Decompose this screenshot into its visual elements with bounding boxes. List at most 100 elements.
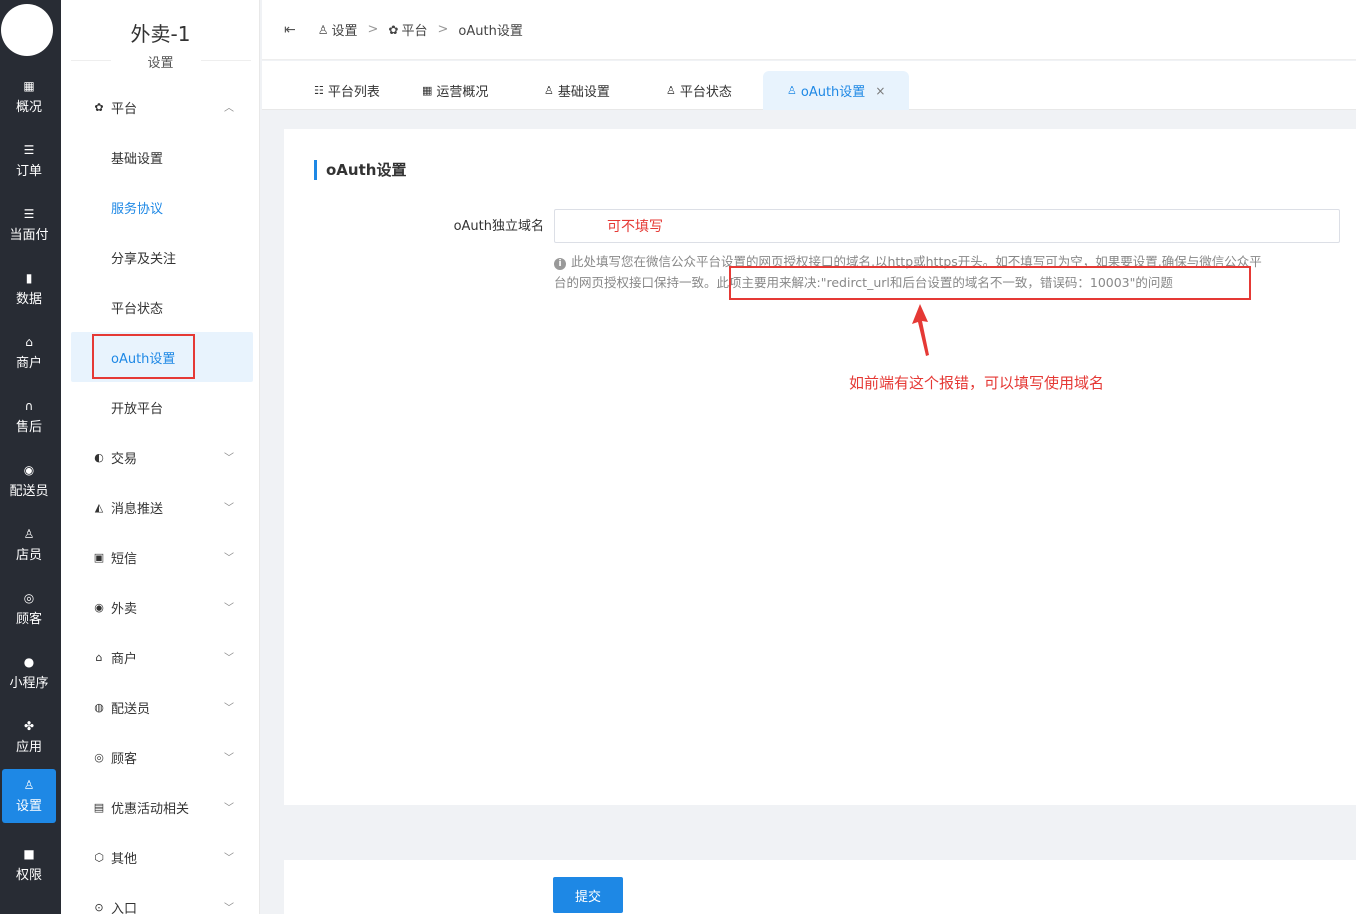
sidebar-group-label: 顾客: [111, 751, 138, 767]
store-icon: ⌂: [25, 335, 33, 349]
tab-label: 运营概况: [436, 85, 489, 100]
submit-button[interactable]: 提交: [553, 877, 623, 913]
sidebar-item-open-platform[interactable]: 开放平台: [71, 382, 253, 432]
rail-item-merchant[interactable]: ⌂ 商户: [2, 326, 56, 380]
rail-label: 数据: [15, 292, 42, 307]
tab-label: 基础设置: [557, 85, 610, 100]
tab-platform-status[interactable]: ♙ 平台状态: [666, 71, 732, 110]
page-title: oAuth设置: [314, 160, 406, 180]
rail-label: 店员: [15, 548, 42, 563]
rail-item-customer[interactable]: ◎ 顾客: [2, 582, 56, 636]
breadcrumb-item[interactable]: oAuth设置: [458, 20, 522, 39]
chevron-down-icon: ﹀: [224, 653, 234, 664]
tab-basic-settings[interactable]: ♙ 基础设置: [544, 71, 610, 110]
sidebar-item-basic-settings[interactable]: 基础设置: [71, 132, 253, 182]
rail-label: 配送员: [9, 484, 49, 499]
user-circle-icon: ◎: [94, 750, 104, 764]
tab-label: oAuth设置: [800, 85, 866, 100]
settings-sidebar: 外卖-1 设置 ✿ 平台 ︿ 基础设置 服务协议 分享及关注 平台状态 oAuth设…: [61, 0, 260, 914]
sidebar-group-takeout[interactable]: ◉ 外卖 ﹀: [61, 582, 260, 632]
apps-icon: ✤: [23, 719, 35, 733]
headset-icon: ∩: [24, 399, 34, 413]
sidebar-group-trade[interactable]: ◐ 交易 ﹀: [61, 432, 260, 482]
tab-operations-overview[interactable]: ▦ 运营概况: [422, 71, 488, 110]
breadcrumb: ♙ 设置 > ✿ 平台 > oAuth设置: [318, 20, 523, 39]
rail-item-face-pay[interactable]: ☰ 当面付: [2, 198, 56, 252]
grid-icon: ▦: [422, 84, 433, 97]
chevron-down-icon: ﹀: [224, 453, 234, 464]
sidebar-group-push[interactable]: ◭ 消息推送 ﹀: [61, 482, 260, 532]
breadcrumb-item[interactable]: 平台: [401, 20, 427, 39]
collapse-menu-icon[interactable]: ⇤: [284, 22, 296, 38]
rail-item-data[interactable]: ▮ 数据: [2, 262, 56, 316]
sidebar-group-platform[interactable]: ✿ 平台 ︿: [61, 82, 260, 132]
sidebar-group-label: 外卖: [111, 601, 138, 617]
rail-item-aftersale[interactable]: ∩ 售后: [2, 390, 56, 444]
tab-platform-list[interactable]: ☷ 平台列表: [314, 71, 380, 110]
store-icon: ⌂: [95, 650, 103, 664]
sidebar-item-label: 平台状态: [111, 301, 164, 317]
rail-label: 设置: [15, 799, 42, 814]
user-settings-icon: ♙: [544, 84, 554, 97]
sidebar-item-service-agreement[interactable]: 服务协议: [71, 182, 253, 232]
user-circle-icon: ◎: [23, 591, 35, 605]
sidebar-group-sms[interactable]: ▣ 短信 ﹀: [61, 532, 260, 582]
sidebar-group-label: 平台: [111, 101, 138, 117]
form-footer: 提交: [284, 860, 1356, 914]
tab-oauth-settings[interactable]: ♙ oAuth设置 ×: [763, 71, 910, 110]
breadcrumb-item[interactable]: 设置: [332, 20, 358, 39]
rail-item-permission[interactable]: ■ 权限: [2, 838, 56, 892]
user-settings-icon: ♙: [317, 22, 329, 37]
highlight-box: [729, 266, 1251, 300]
close-icon[interactable]: ×: [875, 84, 885, 98]
lock-icon: ■: [23, 847, 35, 861]
annotation-text: 如前端有这个报错，可以填写使用域名: [849, 374, 1105, 392]
help-text-line: 台的网页授权接口保持一致。: [554, 275, 717, 290]
sidebar-item-platform-status[interactable]: 平台状态: [71, 282, 253, 332]
scooter-icon: ◉: [23, 463, 35, 477]
oauth-domain-input[interactable]: [554, 209, 1340, 243]
oauth-settings-card: oAuth设置 oAuth独立域名 i此处填写您在微信公众平台设置的网页授权接口…: [284, 129, 1356, 805]
chevron-down-icon: ﹀: [224, 803, 234, 814]
sidebar-item-label: 分享及关注: [111, 251, 177, 267]
sidebar-group-other[interactable]: ⬡ 其他 ﹀: [61, 832, 260, 882]
sidebar-group-entry[interactable]: ⊙ 入口 ﹀: [61, 882, 260, 914]
sidebar-group-label: 其他: [111, 851, 138, 867]
rail-label: 当面付: [9, 228, 49, 243]
sidebar-item-label: 服务协议: [111, 201, 164, 217]
rail-label: 商户: [15, 356, 42, 371]
sidebar-group-customer[interactable]: ◎ 顾客 ﹀: [61, 732, 260, 782]
rail-label: 售后: [15, 420, 42, 435]
sidebar-group-merchant[interactable]: ⌂ 商户 ﹀: [61, 632, 260, 682]
sidebar-group-label: 短信: [111, 551, 138, 567]
shop-name: 外卖-1: [130, 22, 191, 46]
users-icon: ♙: [23, 527, 35, 541]
rail-label: 权限: [15, 868, 42, 883]
rail-item-orders[interactable]: ☰ 订单: [2, 134, 56, 188]
list-icon: ☰: [23, 207, 35, 221]
rail-item-miniprogram[interactable]: ● 小程序: [2, 646, 56, 700]
send-icon: ◭: [94, 500, 104, 514]
avatar[interactable]: [1, 4, 53, 56]
rail-item-courier[interactable]: ◉ 配送员: [2, 454, 56, 508]
rail-label: 应用: [15, 740, 42, 755]
top-header: ⇤ ♙ 设置 > ✿ 平台 > oAuth设置: [262, 0, 1356, 60]
sidebar-section-title: 设置: [147, 56, 174, 71]
sidebar-group-promotions[interactable]: ▤ 优惠活动相关 ﹀: [61, 782, 260, 832]
rail-label: 概况: [15, 100, 42, 115]
gear-icon: ✿: [388, 22, 399, 37]
chevron-down-icon: ﹀: [224, 753, 234, 764]
sidebar-group-label: 消息推送: [111, 501, 164, 517]
chevron-up-icon: ︿: [224, 103, 234, 114]
main-nav-rail: ▦ 概况 ☰ 订单 ☰ 当面付 ▮ 数据 ⌂ 商户 ∩ 售后 ◉ 配送员 ♙ 店员 ◎ 顾客 ● 小…: [0, 0, 61, 914]
sidebar-item-label: 基础设置: [111, 151, 164, 167]
sidebar-item-share-follow[interactable]: 分享及关注: [71, 232, 253, 282]
rail-item-staff[interactable]: ♙ 店员: [2, 518, 56, 572]
rail-item-settings[interactable]: ♙ 设置: [2, 769, 56, 823]
sidebar-group-courier[interactable]: ◍ 配送员 ﹀: [61, 682, 260, 732]
chevron-down-icon: ﹀: [224, 553, 234, 564]
rail-item-overview[interactable]: ▦ 概况: [2, 70, 56, 124]
gift-icon: ▤: [93, 800, 105, 814]
rail-label: 订单: [15, 164, 42, 179]
rail-item-apps[interactable]: ✤ 应用: [2, 710, 56, 764]
